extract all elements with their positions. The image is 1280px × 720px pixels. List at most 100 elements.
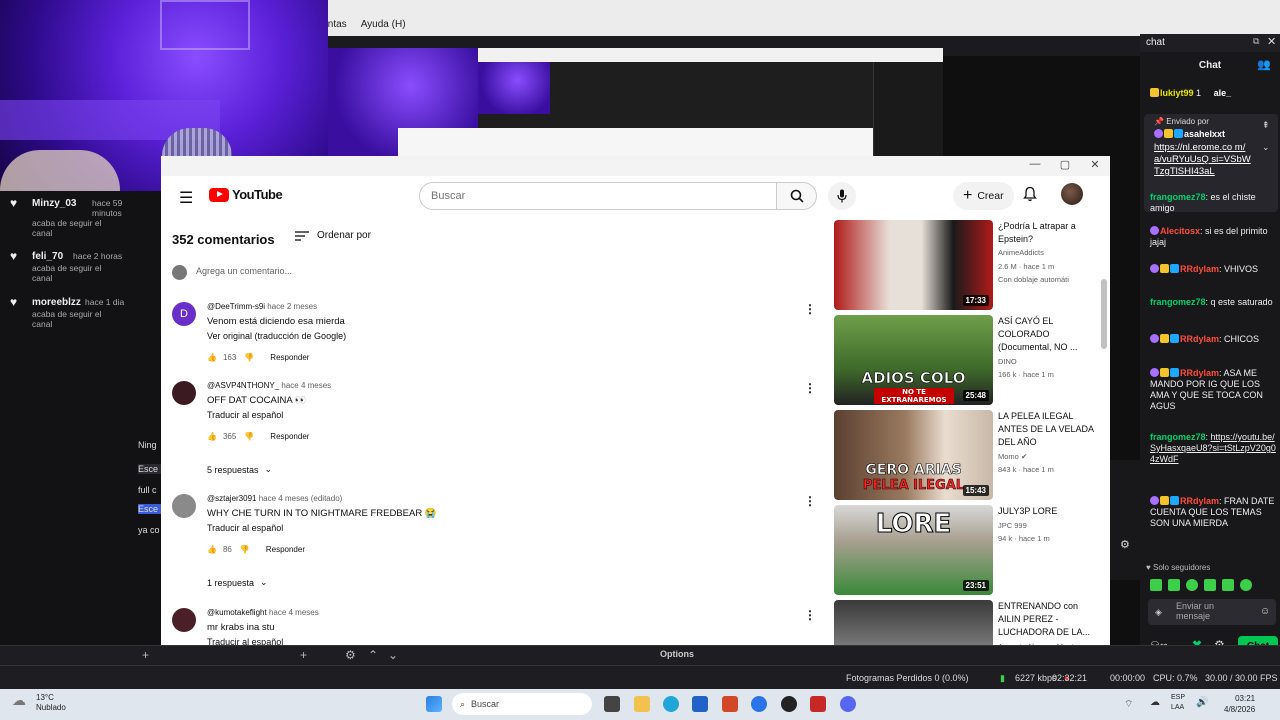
powerpoint-icon[interactable] xyxy=(722,696,738,712)
like-icon[interactable]: 👍 xyxy=(207,432,217,441)
comment-avatar[interactable] xyxy=(172,608,196,632)
close-icon[interactable]: ✕ xyxy=(1267,35,1276,48)
unpin-icon[interactable]: ⇞ xyxy=(1262,120,1270,131)
bits-icon[interactable]: ◈ xyxy=(1155,607,1162,618)
close-icon[interactable]: ✕ xyxy=(1081,158,1109,171)
voice-search-button[interactable] xyxy=(828,182,856,210)
options-button[interactable]: Options xyxy=(660,649,694,659)
users-icon[interactable]: 👥 xyxy=(1257,58,1271,71)
comment-avatar[interactable] xyxy=(172,494,196,518)
translate-link[interactable]: Traducir al español xyxy=(207,523,283,533)
page-scrollbar[interactable] xyxy=(1101,279,1107,349)
recommended-video[interactable]: GERO ARIAS PELEA ILEGAL 15:43 LA PELEA I… xyxy=(834,410,1096,500)
reply-button[interactable]: Responder xyxy=(270,353,309,362)
more-options-icon[interactable]: ⋮ xyxy=(804,608,816,622)
video-title[interactable]: LA PELEA ILEGAL ANTES DE LA VELADA DEL A… xyxy=(998,410,1094,449)
video-title[interactable]: ENTRENANDO con AILIN PEREZ - LUCHADORA D… xyxy=(998,600,1094,639)
minimize-icon[interactable]: — xyxy=(1021,158,1049,170)
chat-username[interactable]: RRdylam xyxy=(1180,264,1219,274)
like-icon[interactable]: 👍 xyxy=(207,545,217,554)
comment-avatar[interactable]: D xyxy=(172,302,196,326)
comment-author[interactable]: @ASVP4NTHONY_ xyxy=(207,381,279,390)
more-options-icon[interactable]: ⋮ xyxy=(804,494,816,508)
chat-message-input[interactable]: ◈ Enviar un mensaje ☺ xyxy=(1148,599,1276,625)
translate-link[interactable]: Ver original (traducción de Google) xyxy=(207,331,346,341)
dislike-icon[interactable]: 👎 xyxy=(240,545,250,554)
emote-icon[interactable] xyxy=(1240,579,1252,591)
task-view-icon[interactable] xyxy=(604,696,620,712)
video-thumbnail[interactable]: 17:33 xyxy=(834,220,993,310)
pinned-link[interactable]: https://nl.erome.co m/a/vuRYuUsQ si=VSbW… xyxy=(1154,142,1252,178)
chevron-down-icon[interactable]: ⌄ xyxy=(1262,142,1270,153)
onedrive-icon[interactable]: ☁ xyxy=(1150,697,1160,708)
recommended-video[interactable]: LORE 23:51 JULY3P LORE JPC 999 94 k · ha… xyxy=(834,505,1096,595)
emote-icon[interactable] xyxy=(1186,579,1198,591)
comment-author[interactable]: @DeeTrimm-s9i xyxy=(207,302,265,311)
gear-icon[interactable]: ⚙ xyxy=(345,648,356,662)
chat-username[interactable]: RRdylam xyxy=(1180,334,1219,344)
gear-icon[interactable]: ⚙ xyxy=(1120,538,1130,551)
more-options-icon[interactable]: ⋮ xyxy=(804,302,816,316)
chat-username[interactable]: Alecitosx xyxy=(1160,226,1200,236)
chat-username[interactable]: frangomez78 xyxy=(1150,297,1206,307)
video-thumbnail[interactable]: ADIOS COLO NO TE EXTRAÑAREMOS 25:48 xyxy=(834,315,993,405)
windows-start-icon[interactable] xyxy=(426,696,442,712)
undock-icon[interactable]: ⧉ xyxy=(1253,36,1259,47)
obs-icon[interactable] xyxy=(781,696,797,712)
youtube-logo[interactable]: YouTube xyxy=(209,187,283,202)
store-icon[interactable] xyxy=(692,696,708,712)
video-title[interactable]: JULY3P LORE xyxy=(998,505,1094,518)
scene-snippet[interactable]: Esce xyxy=(138,464,161,474)
emote-icon[interactable] xyxy=(1168,579,1180,591)
emote-icon[interactable] xyxy=(1150,579,1162,591)
translate-link[interactable]: Traducir al español xyxy=(207,410,283,420)
video-channel[interactable]: JPC 999 xyxy=(998,521,1027,530)
video-channel[interactable]: Momo ✔ xyxy=(998,452,1027,461)
weather-widget[interactable]: 13°C Nublado ☁ xyxy=(8,693,66,713)
search-button[interactable] xyxy=(777,182,817,210)
account-avatar[interactable] xyxy=(1061,183,1083,205)
dislike-icon[interactable]: 👎 xyxy=(244,432,254,441)
chat-username[interactable]: frangomez78 xyxy=(1150,192,1206,202)
edge-icon[interactable] xyxy=(663,696,679,712)
volume-icon[interactable]: 🔊 xyxy=(1196,697,1208,708)
taskbar-search[interactable]: ⌕ Buscar xyxy=(452,693,592,715)
add-icon[interactable]: + xyxy=(142,648,149,662)
chat-username[interactable]: ale_ xyxy=(1214,88,1232,98)
emote-icon[interactable] xyxy=(1204,579,1216,591)
chat-username[interactable]: lukiyt99 xyxy=(1160,88,1194,98)
chevron-down-icon[interactable]: ⌄ xyxy=(388,648,398,662)
create-button[interactable]: + Crear xyxy=(953,182,1014,210)
chat-username[interactable]: asahelxxt xyxy=(1184,129,1225,139)
comment-time[interactable]: hace 2 meses xyxy=(267,302,317,311)
search-input[interactable] xyxy=(419,182,777,210)
video-thumbnail[interactable]: LORE 23:51 xyxy=(834,505,993,595)
chrome-icon[interactable] xyxy=(751,696,767,712)
recommended-video[interactable]: 17:33 ¿Podría L atrapar a Epstein? Anime… xyxy=(834,220,1096,310)
app-icon[interactable] xyxy=(810,696,826,712)
video-thumbnail[interactable]: GERO ARIAS PELEA ILEGAL 15:43 xyxy=(834,410,993,500)
discord-icon[interactable] xyxy=(840,696,856,712)
notifications-icon[interactable] xyxy=(1023,186,1037,202)
comment-time[interactable]: hace 4 meses (editado) xyxy=(259,494,343,503)
comment-time[interactable]: hace 4 meses xyxy=(269,608,319,617)
video-title[interactable]: ¿Podría L atrapar a Epstein? xyxy=(998,220,1094,246)
video-channel[interactable]: AnimeAddicts xyxy=(998,248,1044,257)
like-icon[interactable]: 👍 xyxy=(207,353,217,362)
view-replies-button[interactable]: 5 respuestas ⌄ xyxy=(207,464,272,475)
emote-icon[interactable] xyxy=(1222,579,1234,591)
maximize-icon[interactable]: ▢ xyxy=(1051,158,1079,171)
reply-button[interactable]: Responder xyxy=(270,432,309,441)
chat-username[interactable]: frangomez78 xyxy=(1150,432,1206,442)
chevron-up-icon[interactable]: ⌃ xyxy=(368,648,378,662)
add-icon[interactable]: + xyxy=(300,648,307,662)
file-explorer-icon[interactable] xyxy=(634,696,650,712)
menu-help[interactable]: Ayuda (H) xyxy=(361,19,406,30)
wifi-icon[interactable]: ⌔ xyxy=(1124,698,1133,711)
video-title[interactable]: ASÍ CAYÓ EL COLORADO (Documental, NO ... xyxy=(998,315,1094,354)
language-indicator[interactable]: ESP LAA xyxy=(1171,693,1185,713)
dislike-icon[interactable]: 👎 xyxy=(244,353,254,362)
add-comment-input[interactable]: Agrega un comentario... xyxy=(196,266,292,276)
comment-avatar[interactable] xyxy=(172,381,196,405)
emote-picker-icon[interactable]: ☺ xyxy=(1260,606,1270,617)
